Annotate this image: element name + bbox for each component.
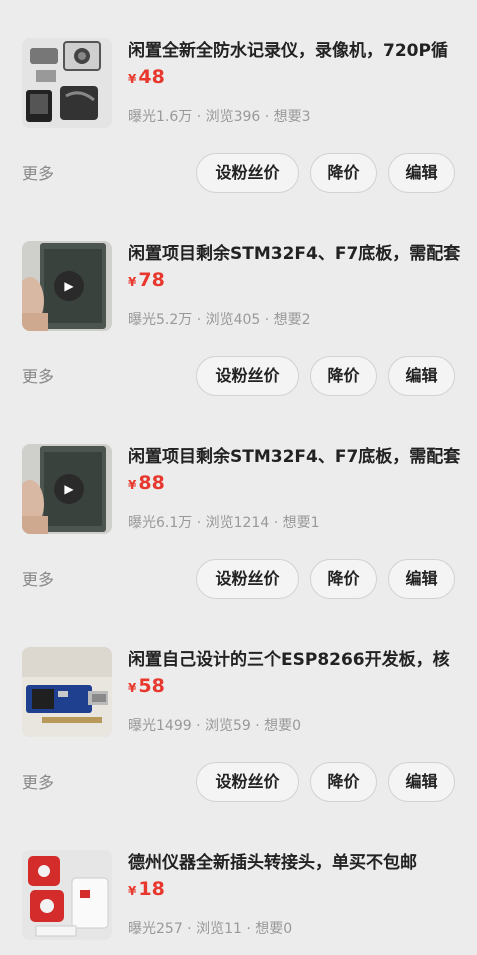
item-price: ¥48 bbox=[128, 65, 165, 91]
listing-card[interactable]: ▶ 闲置项目剩余STM32F4、F7底板，需配套 ¥88 曝光6.1万 · 浏览… bbox=[0, 444, 477, 647]
currency-symbol: ¥ bbox=[128, 681, 137, 695]
more-link[interactable]: 更多 bbox=[22, 164, 54, 184]
edit-button[interactable]: 编辑 bbox=[388, 559, 455, 599]
esp8266-board-image bbox=[22, 647, 112, 737]
listing-card[interactable]: 闲置自己设计的三个ESP8266开发板，核 ¥58 曝光1499 · 浏览59 … bbox=[0, 647, 477, 850]
listing-card[interactable]: ▶ 闲置项目剩余STM32F4、F7底板，需配套 ¥78 曝光5.2万 · 浏览… bbox=[0, 241, 477, 444]
camera-kit-image bbox=[22, 38, 112, 128]
price-value: 58 bbox=[138, 675, 165, 697]
item-price: ¥58 bbox=[128, 674, 165, 700]
price-drop-button[interactable]: 降价 bbox=[310, 356, 377, 396]
item-title[interactable]: 闲置项目剩余STM32F4、F7底板，需配套 bbox=[128, 446, 463, 468]
currency-symbol: ¥ bbox=[128, 275, 137, 289]
listing-card[interactable]: 闲置全新全防水记录仪，录像机，720P循 ¥48 曝光1.6万 · 浏览396 … bbox=[0, 38, 477, 241]
item-price: ¥88 bbox=[128, 471, 165, 497]
item-title[interactable]: 闲置全新全防水记录仪，录像机，720P循 bbox=[128, 40, 463, 62]
price-value: 48 bbox=[138, 66, 165, 88]
currency-symbol: ¥ bbox=[128, 478, 137, 492]
more-link[interactable]: 更多 bbox=[22, 570, 54, 590]
item-stats: 曝光1499 · 浏览59 · 想要0 bbox=[128, 718, 302, 734]
set-fans-price-button[interactable]: 设粉丝价 bbox=[196, 762, 299, 802]
item-price: ¥18 bbox=[128, 877, 165, 903]
edit-button[interactable]: 编辑 bbox=[388, 356, 455, 396]
edit-button[interactable]: 编辑 bbox=[388, 153, 455, 193]
product-thumbnail[interactable]: ▶ bbox=[22, 241, 112, 331]
price-value: 18 bbox=[138, 878, 165, 900]
item-title[interactable]: 德州仪器全新插头转接头，单买不包邮 bbox=[128, 852, 463, 874]
price-drop-button[interactable]: 降价 bbox=[310, 762, 377, 802]
item-title[interactable]: 闲置自己设计的三个ESP8266开发板，核 bbox=[128, 649, 463, 671]
plug-adapter-image bbox=[22, 850, 112, 940]
currency-symbol: ¥ bbox=[128, 884, 137, 898]
item-stats: 曝光257 · 浏览11 · 想要0 bbox=[128, 921, 293, 937]
price-value: 88 bbox=[138, 472, 165, 494]
more-link[interactable]: 更多 bbox=[22, 773, 54, 793]
currency-symbol: ¥ bbox=[128, 72, 137, 86]
item-title[interactable]: 闲置项目剩余STM32F4、F7底板，需配套 bbox=[128, 243, 463, 265]
price-value: 78 bbox=[138, 269, 165, 291]
product-thumbnail[interactable] bbox=[22, 647, 112, 737]
edit-button[interactable]: 编辑 bbox=[388, 762, 455, 802]
play-icon[interactable]: ▶ bbox=[54, 271, 84, 301]
price-drop-button[interactable]: 降价 bbox=[310, 153, 377, 193]
product-thumbnail[interactable]: ▶ bbox=[22, 444, 112, 534]
set-fans-price-button[interactable]: 设粉丝价 bbox=[196, 153, 299, 193]
product-thumbnail[interactable] bbox=[22, 850, 112, 940]
item-price: ¥78 bbox=[128, 268, 165, 294]
item-stats: 曝光1.6万 · 浏览396 · 想要3 bbox=[128, 109, 311, 125]
product-thumbnail[interactable] bbox=[22, 38, 112, 128]
listing-card[interactable]: 德州仪器全新插头转接头，单买不包邮 ¥18 曝光257 · 浏览11 · 想要0 bbox=[0, 850, 477, 955]
price-drop-button[interactable]: 降价 bbox=[310, 559, 377, 599]
more-link[interactable]: 更多 bbox=[22, 367, 54, 387]
set-fans-price-button[interactable]: 设粉丝价 bbox=[196, 356, 299, 396]
play-icon[interactable]: ▶ bbox=[54, 474, 84, 504]
item-stats: 曝光6.1万 · 浏览1214 · 想要1 bbox=[128, 515, 320, 531]
item-stats: 曝光5.2万 · 浏览405 · 想要2 bbox=[128, 312, 311, 328]
set-fans-price-button[interactable]: 设粉丝价 bbox=[196, 559, 299, 599]
